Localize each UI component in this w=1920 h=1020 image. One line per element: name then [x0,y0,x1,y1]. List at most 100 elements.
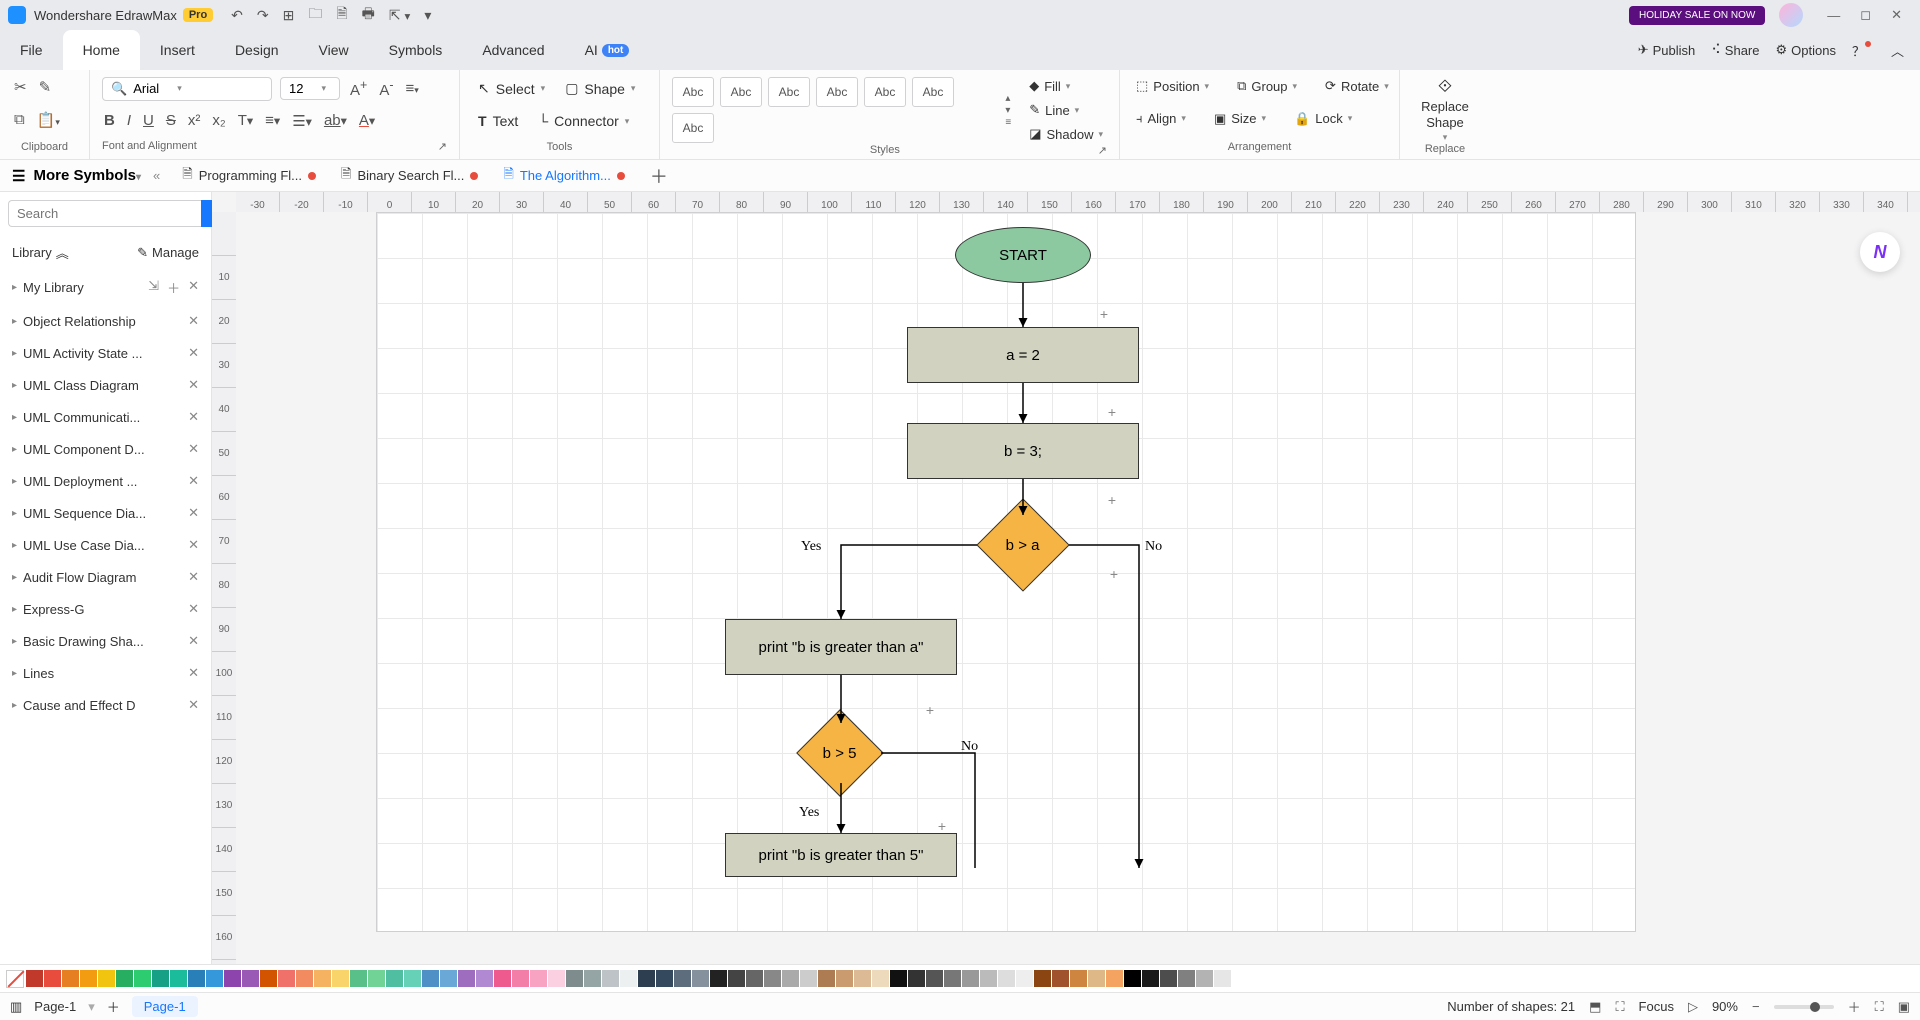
library-item[interactable]: ▸UML Activity State ...✕ [0,337,211,369]
library-item[interactable]: ▸My Library⇲＋✕ [0,270,211,305]
color-swatch[interactable] [692,970,709,987]
font-launcher-icon[interactable]: ↗ [438,140,447,153]
connector-tool[interactable]: └Connector▾ [532,109,635,133]
library-item[interactable]: ▸UML Sequence Dia...✕ [0,497,211,529]
color-swatch[interactable] [1106,970,1123,987]
color-swatch[interactable] [908,970,925,987]
strike-icon[interactable]: S [164,110,178,131]
color-swatch[interactable] [1142,970,1159,987]
style-swatch[interactable]: Abc [720,77,762,107]
line-button[interactable]: ✎Line▾ [1025,100,1107,120]
replace-shape-button[interactable]: Replace Shape [1421,99,1469,130]
redo-icon[interactable]: ↷ [257,7,269,24]
shape-b-gt-5[interactable]: b > 5 [796,709,884,797]
color-swatch[interactable] [116,970,133,987]
zoom-slider[interactable] [1774,1005,1834,1009]
color-swatch[interactable] [638,970,655,987]
add-icon[interactable]: ＋ [167,278,180,297]
subscript-icon[interactable]: x₂ [210,110,227,131]
add-page-icon[interactable]: ＋ [107,997,120,1016]
styles-launcher-icon[interactable]: ≡ [1005,117,1011,128]
collapse-panel-icon[interactable]: « [153,168,160,183]
align-icon[interactable]: ≡▾ [404,78,421,99]
align-button[interactable]: ⫞Align▾ [1132,109,1190,129]
new-icon[interactable]: ⊞ [283,7,295,24]
color-swatch[interactable] [926,970,943,987]
library-item[interactable]: ▸Audit Flow Diagram✕ [0,561,211,593]
color-swatch[interactable] [440,970,457,987]
color-swatch[interactable] [386,970,403,987]
color-swatch[interactable] [332,970,349,987]
color-swatch[interactable] [1214,970,1231,987]
style-swatch[interactable]: Abc [864,77,906,107]
print-icon[interactable]: 🖶 [362,3,375,27]
focus-icon[interactable]: ⛶ [1615,999,1624,1015]
color-swatch[interactable] [1070,970,1087,987]
cut-icon[interactable]: ✂ [12,76,29,98]
color-swatch[interactable] [476,970,493,987]
library-item[interactable]: ▸Cause and Effect D✕ [0,689,211,721]
more-qat-icon[interactable]: ▾ [424,7,431,24]
styles-scroll-up-icon[interactable]: ▴ [1005,93,1011,104]
library-item[interactable]: ▸UML Class Diagram✕ [0,369,211,401]
color-swatch[interactable] [98,970,115,987]
color-swatch[interactable] [134,970,151,987]
color-swatch[interactable] [890,970,907,987]
color-swatch[interactable] [512,970,529,987]
minimize-icon[interactable]: — [1827,8,1840,23]
close-lib-icon[interactable]: ✕ [188,345,199,361]
library-item[interactable]: ▸UML Communicati...✕ [0,401,211,433]
close-icon[interactable]: ✕ [1891,7,1902,23]
color-swatch[interactable] [314,970,331,987]
library-item[interactable]: ▸UML Component D...✕ [0,433,211,465]
close-lib-icon[interactable]: ✕ [188,601,199,617]
handle-plus-icon[interactable]: + [923,703,937,717]
color-swatch[interactable] [422,970,439,987]
page-tab[interactable]: Page-1 [132,996,198,1017]
tab-file[interactable]: File [0,30,63,70]
library-item[interactable]: ▸Basic Drawing Sha...✕ [0,625,211,657]
focus-label[interactable]: Focus [1639,999,1674,1014]
color-swatch[interactable] [620,970,637,987]
canvas-area[interactable]: START a = 2 b = 3; b > a print "b is gre… [236,212,1920,964]
library-item[interactable]: ▸Lines✕ [0,657,211,689]
color-swatch[interactable] [494,970,511,987]
fit-page-icon[interactable]: ▣ [1898,999,1910,1015]
color-swatch[interactable] [170,970,187,987]
publish-button[interactable]: ✈Publish [1638,42,1696,58]
fullscreen-icon[interactable]: ⛶ [1875,999,1884,1015]
tab-symbols[interactable]: Symbols [369,30,463,70]
close-lib-icon[interactable]: ✕ [188,278,199,297]
handle-plus-icon[interactable]: + [1105,493,1119,507]
style-swatch[interactable]: Abc [672,77,714,107]
symbols-drawer-icon[interactable]: ☰ [12,167,25,185]
play-icon[interactable]: ▷ [1688,999,1698,1015]
style-swatch[interactable]: Abc [912,77,954,107]
color-swatch[interactable] [728,970,745,987]
color-swatch[interactable] [1124,970,1141,987]
library-item[interactable]: ▸Object Relationship✕ [0,305,211,337]
handle-plus-icon[interactable]: + [1105,405,1119,419]
import-icon[interactable]: ⇲ [148,278,159,297]
font-size-input[interactable]: 12▾ [280,77,340,100]
replace-shape-icon[interactable]: ⟐ [1438,76,1452,97]
color-swatch[interactable] [800,970,817,987]
open-icon[interactable]: 🗀 [308,3,322,27]
close-lib-icon[interactable]: ✕ [188,473,199,489]
manage-button[interactable]: ✎ Manage [137,243,199,262]
document-tab[interactable]: 🗎Programming Fl... [170,160,329,191]
color-swatch[interactable] [584,970,601,987]
color-swatch[interactable] [260,970,277,987]
color-swatch[interactable] [1178,970,1195,987]
undo-icon[interactable]: ↶ [231,7,243,24]
color-swatch[interactable] [44,970,61,987]
position-button[interactable]: ⬚Position▾ [1132,76,1213,96]
library-item[interactable]: ▸Express-G✕ [0,593,211,625]
color-swatch[interactable] [746,970,763,987]
color-swatch[interactable] [368,970,385,987]
styles-group-launcher-icon[interactable]: ↗ [1098,144,1107,157]
zoom-in-icon[interactable]: ＋ [1848,997,1861,1016]
ai-floating-button[interactable]: N [1860,232,1900,272]
underline-icon[interactable]: U [141,110,156,131]
color-swatch[interactable] [1052,970,1069,987]
